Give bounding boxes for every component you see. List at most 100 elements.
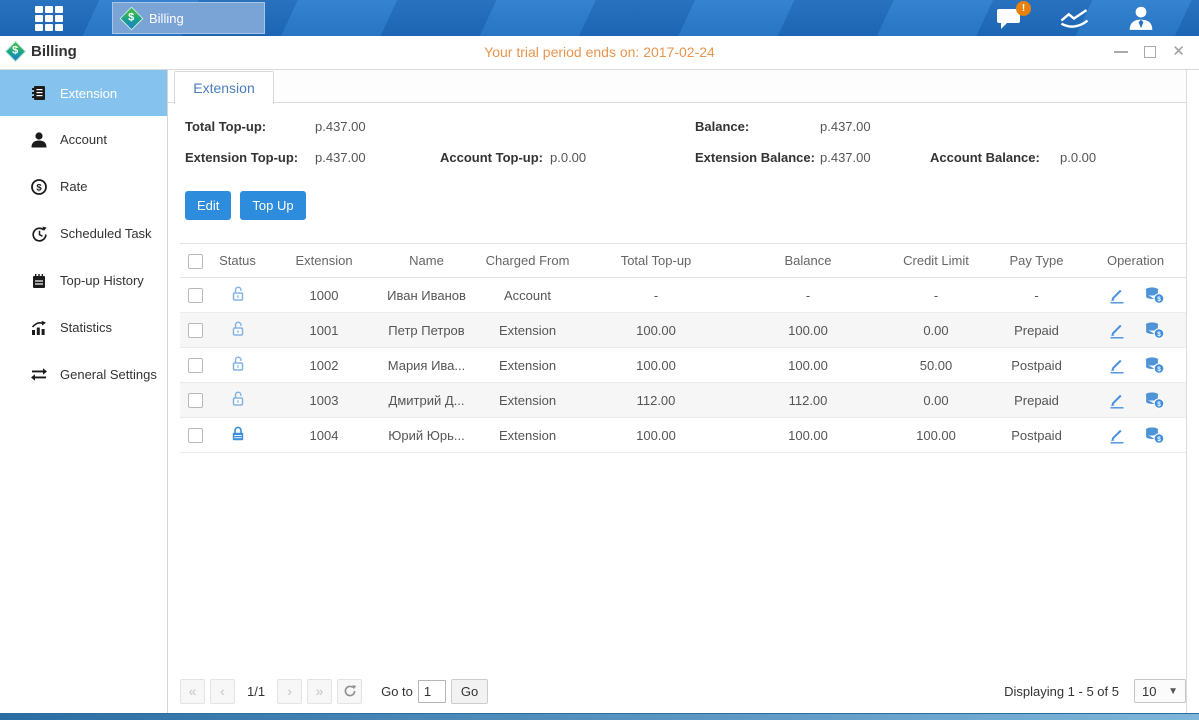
column-header-pay-type: Pay Type [988, 244, 1085, 278]
window-title: $ Billing [8, 43, 77, 60]
cell-balance: 100.00 [732, 348, 884, 383]
sidebar-item-statistics[interactable]: Statistics [0, 304, 167, 351]
statistics-chart-icon[interactable] [1057, 4, 1093, 32]
cell-pay-type: Prepaid [988, 383, 1085, 418]
last-page-button[interactable]: » [307, 679, 332, 704]
previous-page-button[interactable]: ‹ [210, 679, 235, 704]
cell-total-topup: 112.00 [580, 383, 732, 418]
lock-open-icon [229, 390, 247, 408]
extension-balance-value: p.437.00 [820, 150, 871, 165]
top-up-coins-icon[interactable]: $ [1143, 321, 1165, 339]
cell-charged-from: Extension [475, 313, 580, 348]
top-up-button[interactable]: Top Up [240, 191, 305, 220]
select-all-checkbox[interactable] [188, 254, 203, 269]
cell-extension: 1002 [270, 348, 378, 383]
column-header-balance: Balance [732, 244, 884, 278]
table-row: 1000 Иван Иванов Account - - - - [180, 278, 1186, 313]
tab-strip: Extension [168, 70, 1186, 103]
top-up-coins-icon[interactable]: $ [1143, 391, 1165, 409]
page-size-dropdown[interactable]: 10 ▼ [1134, 679, 1186, 703]
row-checkbox[interactable] [188, 428, 203, 443]
row-checkbox[interactable] [188, 288, 203, 303]
notifications-icon[interactable]: ! [991, 4, 1027, 32]
sidebar-item-topup-history[interactable]: Top-up History [0, 257, 167, 304]
close-icon[interactable]: ✕ [1172, 44, 1185, 59]
main-content: Extension Total Top-up: p.437.00 Balance… [168, 70, 1199, 713]
topup-history-notebook-icon [30, 272, 48, 290]
sidebar-item-label: General Settings [60, 367, 157, 382]
table-row: 1002 Мария Ива... Extension 100.00 100.0… [180, 348, 1186, 383]
sidebar-item-extension[interactable]: Extension [0, 70, 167, 116]
edit-pencil-icon[interactable] [1107, 427, 1127, 444]
sidebar-item-account[interactable]: Account [0, 116, 167, 163]
cell-extension: 1004 [270, 418, 378, 453]
first-page-button[interactable]: « [180, 679, 205, 704]
account-topup-value: p.0.00 [550, 150, 586, 165]
window-bottom-edge [0, 713, 1199, 720]
row-checkbox[interactable] [188, 393, 203, 408]
cell-credit-limit: 100.00 [884, 418, 988, 453]
account-person-icon [30, 131, 48, 149]
lock-closed-icon [229, 425, 247, 443]
lock-open-icon [229, 320, 247, 338]
column-header-credit-limit: Credit Limit [884, 244, 988, 278]
edit-pencil-icon[interactable] [1107, 322, 1127, 339]
account-topup-label: Account Top-up: [440, 150, 543, 165]
trial-notice: Your trial period ends on: 2017-02-24 [484, 44, 715, 60]
general-settings-sliders-icon [30, 367, 48, 382]
user-account-icon[interactable] [1123, 4, 1159, 32]
account-balance-label: Account Balance: [930, 150, 1040, 165]
edit-pencil-icon[interactable] [1107, 357, 1127, 374]
cell-name: Юрий Юрь... [378, 418, 475, 453]
sidebar: Extension Account $ Rate Scheduled Task [0, 70, 168, 713]
svg-text:$: $ [1157, 401, 1161, 408]
content-right-border [1186, 70, 1187, 713]
row-checkbox[interactable] [188, 323, 203, 338]
person-icon [1127, 5, 1155, 31]
row-checkbox[interactable] [188, 358, 203, 373]
cell-total-topup: 100.00 [580, 313, 732, 348]
cell-total-topup: 100.00 [580, 418, 732, 453]
go-button[interactable]: Go [451, 679, 488, 704]
table-row: 1004 Юрий Юрь... Extension 100.00 100.00… [180, 418, 1186, 453]
taskbar-tab-billing[interactable]: $ Billing [112, 2, 265, 34]
extension-book-icon [30, 84, 48, 102]
cell-extension: 1001 [270, 313, 378, 348]
sidebar-item-scheduled-task[interactable]: Scheduled Task [0, 210, 167, 257]
refresh-icon [343, 684, 357, 698]
chevron-down-icon: ▼ [1168, 686, 1178, 697]
window-title-bar: $ Billing Your trial period ends on: 201… [0, 36, 1199, 70]
cell-total-topup: 100.00 [580, 348, 732, 383]
cell-total-topup: - [580, 278, 732, 313]
extension-balance-label: Extension Balance: [695, 150, 815, 165]
edit-button[interactable]: Edit [185, 191, 231, 220]
svg-text:$: $ [1157, 331, 1161, 338]
top-up-coins-icon[interactable]: $ [1143, 286, 1165, 304]
cell-pay-type: Postpaid [988, 418, 1085, 453]
go-to-page-input[interactable] [418, 680, 446, 703]
edit-pencil-icon[interactable] [1107, 287, 1127, 304]
edit-pencil-icon[interactable] [1107, 392, 1127, 409]
sidebar-item-general-settings[interactable]: General Settings [0, 351, 167, 398]
column-header-operation: Operation [1085, 244, 1186, 278]
cell-name: Дмитрий Д... [378, 383, 475, 418]
refresh-button[interactable] [337, 679, 362, 704]
cell-pay-type: Postpaid [988, 348, 1085, 383]
total-topup-value: p.437.00 [315, 119, 366, 134]
window-title-text: Billing [31, 43, 77, 60]
next-page-button[interactable]: › [277, 679, 302, 704]
app-grid-icon[interactable] [35, 6, 71, 31]
cell-balance: 100.00 [732, 418, 884, 453]
billing-diamond-icon: $ [119, 6, 143, 30]
taskbar-tab-label: Billing [149, 11, 184, 26]
sidebar-item-rate[interactable]: $ Rate [0, 163, 167, 210]
top-up-coins-icon[interactable]: $ [1143, 356, 1165, 374]
svg-text:$: $ [36, 182, 42, 193]
maximize-icon[interactable] [1144, 46, 1156, 58]
minimize-icon[interactable] [1114, 51, 1128, 53]
tab-extension[interactable]: Extension [174, 71, 274, 104]
account-balance-value: p.0.00 [1060, 150, 1096, 165]
column-header-extension: Extension [270, 244, 378, 278]
top-up-coins-icon[interactable]: $ [1143, 426, 1165, 444]
cell-extension: 1003 [270, 383, 378, 418]
